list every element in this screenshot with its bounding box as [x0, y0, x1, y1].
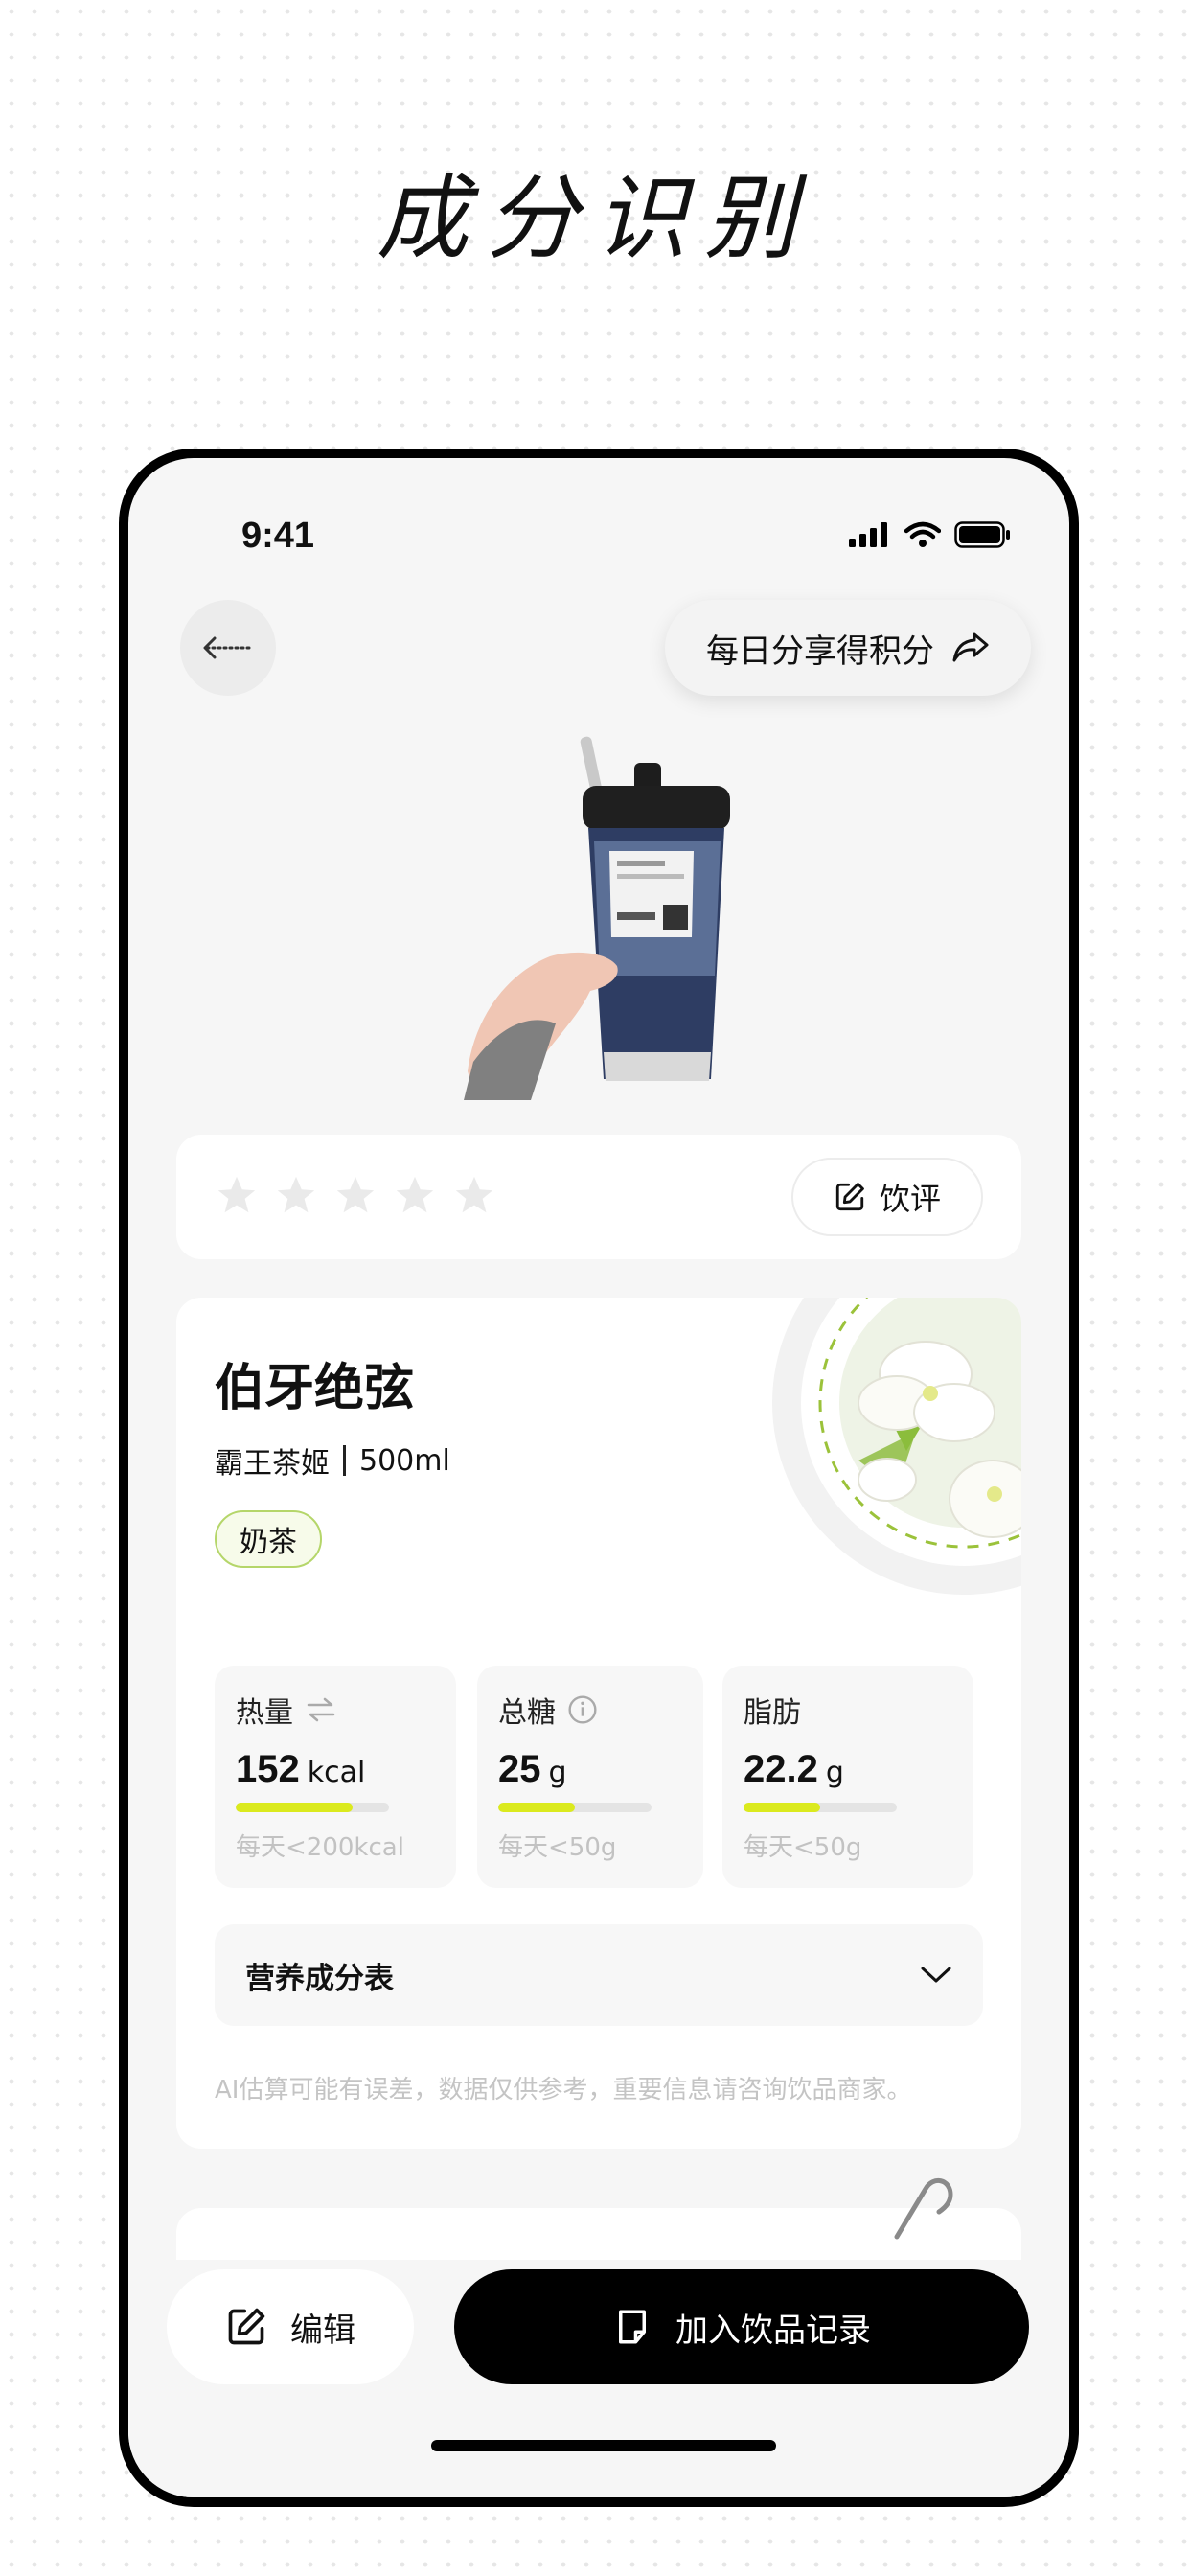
drink-meta: 霸王茶姬 500ml [215, 1439, 450, 1482]
drink-category-tag: 奶茶 [215, 1510, 322, 1568]
stat-card-sugar: 总糖 25 g 每天<50g [477, 1666, 703, 1888]
edit-button[interactable]: 编辑 [167, 2269, 414, 2384]
status-icons [849, 521, 1012, 548]
share-icon [952, 632, 989, 662]
stat-progress-bar [744, 1803, 897, 1812]
hook-decoration [894, 2178, 953, 2240]
add-label: 加入饮品记录 [675, 2311, 871, 2350]
stat-progress-bar [498, 1803, 652, 1812]
drink-name: 伯牙绝弦 [215, 1360, 415, 1417]
review-label: 饮评 [879, 1181, 941, 1217]
star-icon[interactable] [333, 1173, 378, 1217]
back-button[interactable] [180, 600, 276, 696]
stat-label-text: 热量 [236, 1696, 293, 1730]
chevron-down-icon [921, 1966, 951, 1983]
drink-product-image [464, 736, 730, 1100]
stat-label-text: 脂肪 [744, 1696, 801, 1730]
stat-value: 152 kcal [236, 1748, 435, 1791]
ai-disclaimer: AI估算可能有误差，数据仅供参考，重要信息请咨询饮品商家。 [215, 2076, 912, 2104]
edit-icon [835, 1183, 864, 1211]
stat-card-calories: 热量 152 kcal 每天<200kcal [215, 1666, 456, 1888]
back-arrow-icon [203, 636, 253, 659]
meta-divider [343, 1445, 346, 1476]
swap-icon[interactable] [305, 1696, 337, 1723]
stat-progress-bar [236, 1803, 389, 1812]
star-icon[interactable] [274, 1173, 318, 1217]
home-indicator [431, 2440, 776, 2451]
stat-unit: kcal [307, 1756, 366, 1789]
edit-label: 编辑 [290, 2311, 355, 2350]
stat-label-text: 总糖 [498, 1696, 556, 1730]
edit-icon [228, 2308, 265, 2345]
review-button[interactable]: 饮评 [791, 1158, 983, 1236]
stat-daily-limit: 每天<50g [498, 1833, 617, 1862]
share-points-button[interactable]: 每日分享得积分 [665, 600, 1031, 696]
rating-stars[interactable] [215, 1173, 496, 1217]
stat-number: 25 [498, 1748, 541, 1790]
drink-volume: 500ml [359, 1443, 450, 1478]
drink-info-card: 伯牙绝弦 霸王茶姬 500ml 奶茶 热量 152 kcal 每天<200kca… [176, 1298, 1021, 2149]
stat-label: 脂肪 [744, 1689, 952, 1731]
stat-number: 152 [236, 1748, 300, 1790]
stat-progress-fill [236, 1803, 353, 1812]
star-icon[interactable] [215, 1173, 259, 1217]
wifi-icon [904, 521, 941, 547]
stat-label: 总糖 [498, 1689, 682, 1731]
stat-label: 热量 [236, 1689, 435, 1731]
stat-number: 22.2 [744, 1748, 818, 1790]
drink-brand: 霸王茶姬 [215, 1447, 330, 1481]
star-icon[interactable] [393, 1173, 437, 1217]
stat-daily-limit: 每天<50g [744, 1833, 862, 1862]
nutrition-table-label: 营养成分表 [245, 1961, 394, 1996]
star-icon[interactable] [452, 1173, 496, 1217]
stat-progress-fill [498, 1803, 575, 1812]
info-icon[interactable] [567, 1694, 598, 1725]
flower-decoration [772, 1298, 1021, 1595]
stat-card-fat: 脂肪 22.2 g 每天<50g [722, 1666, 973, 1888]
share-label: 每日分享得积分 [706, 632, 934, 671]
stat-unit: g [825, 1756, 844, 1789]
battery-icon [954, 521, 1010, 548]
add-to-drink-record-button[interactable]: 加入饮品记录 [454, 2269, 1029, 2384]
stat-value: 25 g [498, 1748, 682, 1791]
page-title: 成分识别 [377, 165, 813, 272]
rating-card: 饮评 [176, 1135, 1021, 1259]
stat-value: 22.2 g [744, 1748, 952, 1791]
stat-daily-limit: 每天<200kcal [236, 1833, 404, 1862]
stat-unit: g [548, 1756, 567, 1789]
signal-icon [849, 522, 887, 547]
record-book-icon [619, 2310, 646, 2344]
phone-frame: 9:41 每日分享得积分 饮评 伯牙绝弦 霸王茶姬 500ml 奶茶 热量 15… [119, 448, 1079, 2507]
nutrition-table-toggle[interactable]: 营养成分表 [215, 1924, 983, 2026]
status-time: 9:41 [241, 516, 315, 556]
stat-progress-fill [744, 1803, 820, 1812]
